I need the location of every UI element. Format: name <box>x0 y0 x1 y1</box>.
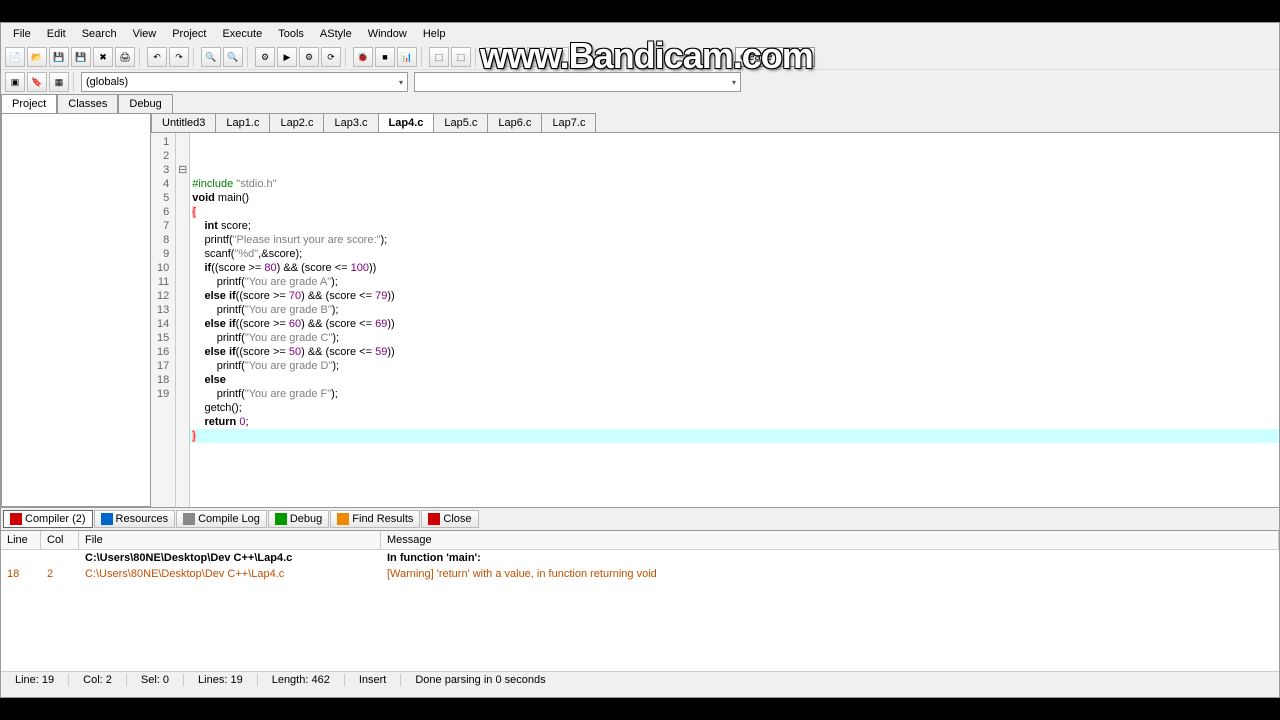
code-area[interactable]: #include "stdio.h"void main(){ int score… <box>190 133 1279 507</box>
bottom-tab-debug[interactable]: Debug <box>268 510 329 528</box>
search-icon[interactable]: 🔍 <box>201 47 221 67</box>
watermark-text: www.Bandicam.com <box>480 35 813 77</box>
file-tab[interactable]: Lap2.c <box>269 113 324 132</box>
bottom-tab-close[interactable]: Close <box>421 510 478 528</box>
menu-view[interactable]: View <box>125 25 165 43</box>
menu-project[interactable]: Project <box>164 25 214 43</box>
menu-search[interactable]: Search <box>74 25 125 43</box>
menu-tools[interactable]: Tools <box>270 25 312 43</box>
col-file[interactable]: File <box>79 531 381 549</box>
tool-icon[interactable]: ▦ <box>49 72 69 92</box>
run-icon[interactable]: ▶ <box>277 47 297 67</box>
ide-window: FileEditSearchViewProjectExecuteToolsASt… <box>0 22 1280 698</box>
file-tab[interactable]: Lap7.c <box>541 113 596 132</box>
menu-edit[interactable]: Edit <box>39 25 74 43</box>
rebuild-icon[interactable]: ⟳ <box>321 47 341 67</box>
close-icon[interactable]: ✖ <box>93 47 113 67</box>
compile-run-icon[interactable]: ⚙ <box>299 47 319 67</box>
resources-icon <box>101 513 113 525</box>
file-tab[interactable]: Lap4.c <box>378 113 435 132</box>
menu-file[interactable]: File <box>5 25 39 43</box>
open-icon[interactable]: 📂 <box>27 47 47 67</box>
tool-icon[interactable]: ⬚ <box>451 47 471 67</box>
left-tab-classes[interactable]: Classes <box>57 94 118 113</box>
tool-icon[interactable]: ⬚ <box>429 47 449 67</box>
menu-astyle[interactable]: AStyle <box>312 25 360 43</box>
status-length: Length: 462 <box>258 674 345 686</box>
bottom-tab-find-results[interactable]: Find Results <box>330 510 420 528</box>
bookmark-icon[interactable]: 🔖 <box>27 72 47 92</box>
debug-icon <box>275 513 287 525</box>
file-tab[interactable]: Lap6.c <box>487 113 542 132</box>
print-icon[interactable]: 🖨 <box>115 47 135 67</box>
status-col: Col: 2 <box>69 674 127 686</box>
bottom-tab-compiler-[interactable]: Compiler (2) <box>3 510 93 528</box>
line-numbers: 12345678910111213141516171819 <box>151 133 176 507</box>
save-icon[interactable]: 💾 <box>49 47 69 67</box>
project-tree[interactable] <box>1 113 151 507</box>
file-tabs: Untitled3Lap1.cLap2.cLap3.cLap4.cLap5.cL… <box>151 113 1279 133</box>
bottom-tab-resources[interactable]: Resources <box>94 510 176 528</box>
file-tab[interactable]: Lap3.c <box>323 113 378 132</box>
file-tab[interactable]: Untitled3 <box>151 113 216 132</box>
fold-column[interactable]: ⊟ <box>176 133 190 507</box>
menu-help[interactable]: Help <box>415 25 454 43</box>
col-line[interactable]: Line <box>1 531 41 549</box>
file-tab[interactable]: Lap5.c <box>433 113 488 132</box>
col-col[interactable]: Col <box>41 531 79 549</box>
redo-icon[interactable]: ↷ <box>169 47 189 67</box>
debug-icon[interactable]: 🐞 <box>353 47 373 67</box>
compiler-messages[interactable]: Line Col File Message C:\Users\80NE\Desk… <box>1 531 1279 671</box>
status-done: Done parsing in 0 seconds <box>401 674 559 686</box>
status-bar: Line: 19 Col: 2 Sel: 0 Lines: 19 Length:… <box>1 671 1279 688</box>
scope-combo[interactable]: (globals) <box>81 72 408 92</box>
message-row[interactable]: 182C:\Users\80NE\Desktop\Dev C++\Lap4.c[… <box>1 566 1279 582</box>
stop-icon[interactable]: ■ <box>375 47 395 67</box>
left-tab-debug[interactable]: Debug <box>118 94 172 113</box>
replace-icon[interactable]: 🔍 <box>223 47 243 67</box>
status-insert: Insert <box>345 674 402 686</box>
message-row[interactable]: C:\Users\80NE\Desktop\Dev C++\Lap4.cIn f… <box>1 550 1279 566</box>
compiler--icon <box>10 513 22 525</box>
save-all-icon[interactable]: 💾 <box>71 47 91 67</box>
close-icon <box>428 513 440 525</box>
status-line: Line: 19 <box>1 674 69 686</box>
left-tab-project[interactable]: Project <box>1 94 57 113</box>
bottom-tab-compile-log[interactable]: Compile Log <box>176 510 267 528</box>
menu-execute[interactable]: Execute <box>214 25 270 43</box>
file-tab[interactable]: Lap1.c <box>215 113 270 132</box>
menu-window[interactable]: Window <box>360 25 415 43</box>
bottom-panel-tabs: Compiler (2)ResourcesCompile LogDebugFin… <box>1 507 1279 531</box>
goto-icon[interactable]: ▣ <box>5 72 25 92</box>
left-panel-tabs: ProjectClassesDebug <box>1 94 173 113</box>
undo-icon[interactable]: ↶ <box>147 47 167 67</box>
new-file-icon[interactable]: 📄 <box>5 47 25 67</box>
message-header: Line Col File Message <box>1 531 1279 550</box>
profile-icon[interactable]: 📊 <box>397 47 417 67</box>
compile-icon[interactable]: ⚙ <box>255 47 275 67</box>
status-sel: Sel: 0 <box>127 674 184 686</box>
col-message[interactable]: Message <box>381 531 1279 549</box>
status-lines: Lines: 19 <box>184 674 258 686</box>
compile-log-icon <box>183 513 195 525</box>
code-editor[interactable]: 12345678910111213141516171819 ⊟ #include… <box>151 133 1279 507</box>
find-results-icon <box>337 513 349 525</box>
